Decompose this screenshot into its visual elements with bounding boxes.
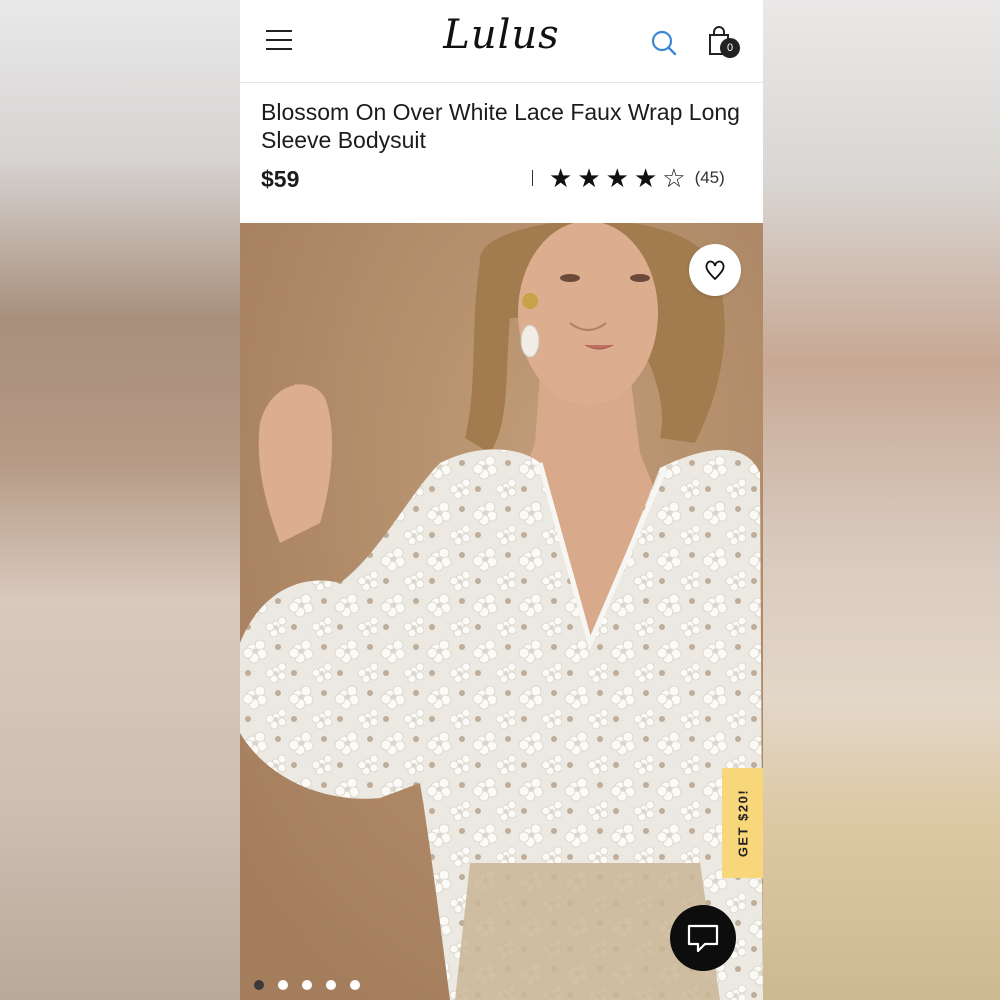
favorite-button[interactable]	[689, 244, 741, 296]
gallery-pagination	[254, 980, 374, 990]
gallery-dot[interactable]	[254, 980, 264, 990]
backdrop-left	[0, 0, 240, 1000]
promo-label: GET $20!	[735, 788, 750, 858]
search-icon[interactable]	[650, 29, 678, 57]
rating-divider	[532, 170, 533, 186]
product-page: Lulus 0 Blossom On Over White Lace Faux …	[240, 0, 763, 1000]
gallery-dot[interactable]	[326, 980, 336, 990]
brand-logo[interactable]: Lulus	[240, 12, 763, 58]
gallery-dot[interactable]	[350, 980, 360, 990]
gallery-dot[interactable]	[278, 980, 288, 990]
product-title: Blossom On Over White Lace Faux Wrap Lon…	[261, 99, 740, 153]
promo-tab[interactable]: GET $20!	[722, 768, 763, 878]
star-empty-icon: ☆	[662, 163, 686, 193]
product-rating[interactable]: ★ ★ ★ ★ ☆ (45)	[532, 165, 725, 191]
heart-icon	[705, 260, 725, 281]
backdrop-right	[762, 0, 1000, 1000]
gallery-dot[interactable]	[302, 980, 312, 990]
chat-bubble-icon	[687, 924, 719, 953]
star-filled-icon: ★	[577, 163, 601, 193]
review-count[interactable]: (45)	[695, 168, 725, 188]
model-photo	[240, 223, 763, 1000]
cart-count-badge: 0	[720, 38, 740, 58]
site-header: Lulus 0	[240, 0, 763, 83]
product-image[interactable]	[240, 223, 763, 1000]
star-filled-icon: ★	[605, 163, 629, 193]
star-filled-icon: ★	[633, 163, 658, 193]
product-price: $59	[261, 166, 300, 192]
star-filled-icon: ★	[549, 163, 573, 193]
chat-button[interactable]	[670, 905, 736, 971]
